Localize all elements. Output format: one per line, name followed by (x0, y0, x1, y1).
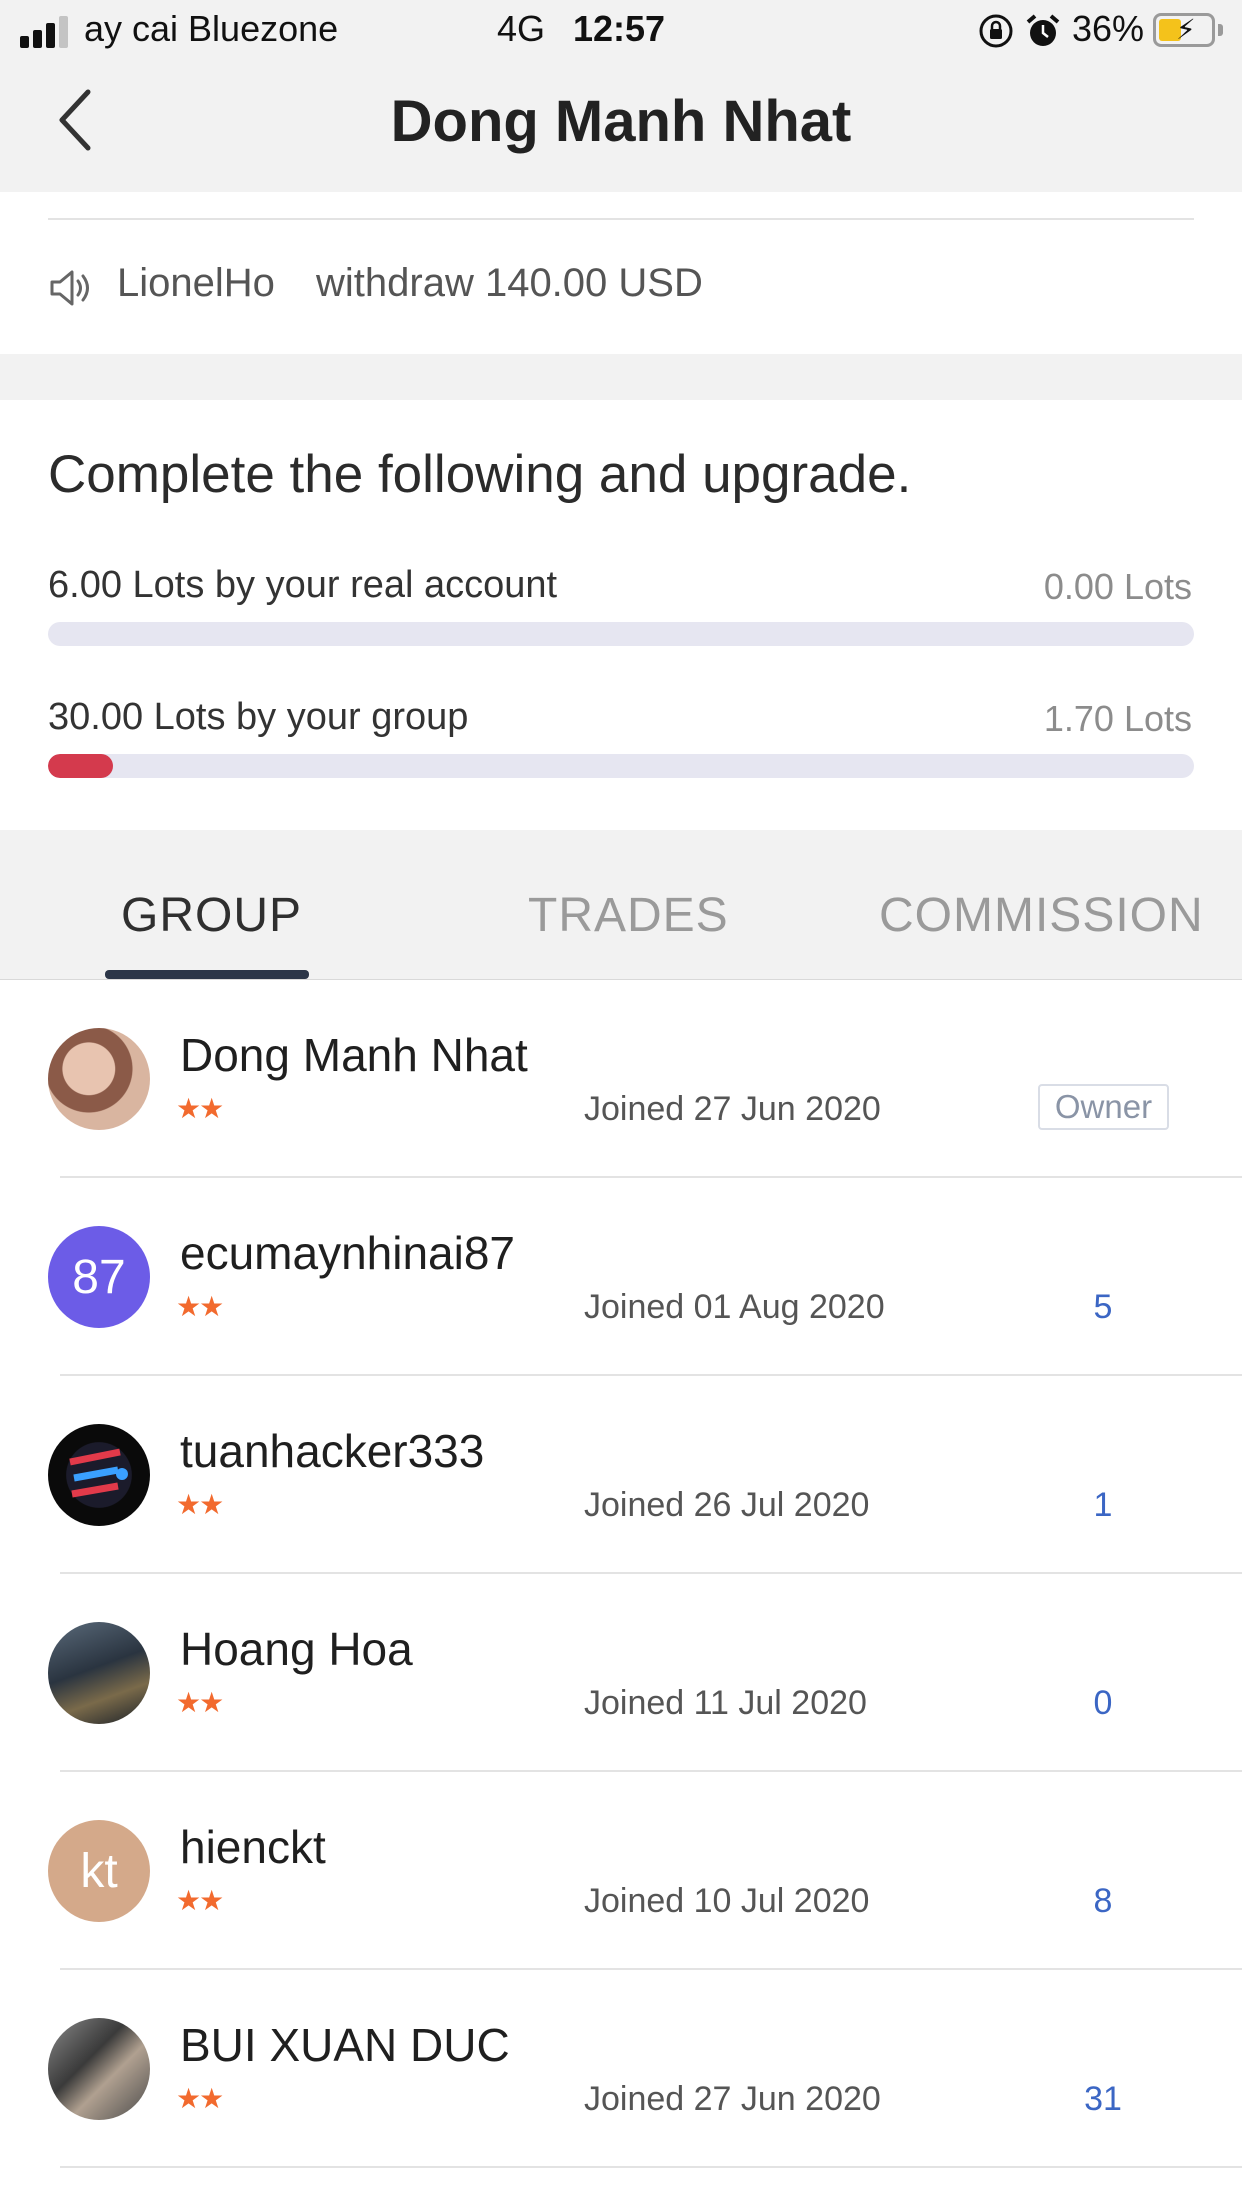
star-rating-icon: ★★ (176, 1093, 224, 1124)
page-title: Dong Manh Nhat (390, 89, 852, 154)
member-row[interactable]: kt hienckt ★★ Joined 10 Jul 2020 8 (0, 1772, 1242, 1970)
member-name: tuanhacker333 (180, 1425, 485, 1477)
tab-trades[interactable]: TRADES (528, 888, 729, 943)
member-row[interactable]: 87 ecumaynhinai87 ★★ Joined 01 Aug 2020 … (0, 1178, 1242, 1376)
avatar-logo-icon (69, 1448, 128, 1498)
member-name: Dong Manh Nhat (180, 1029, 528, 1081)
member-count: 8 (1093, 1882, 1113, 1920)
network-type: 4G (497, 8, 546, 49)
requirement-value-group: 1.70 Lots (1043, 698, 1192, 739)
avatar (48, 1028, 150, 1130)
avatar (48, 1424, 150, 1526)
status-bar: ay cai Bluezone 4G 12:57 36% ⚡ (0, 0, 1242, 62)
member-joined-date: Joined 27 Jun 2020 (584, 2080, 881, 2118)
member-joined-date: Joined 01 Aug 2020 (584, 1288, 885, 1326)
tab-group[interactable]: GROUP (121, 888, 302, 943)
nav-bar: Dong Manh Nhat (0, 62, 1242, 192)
member-row[interactable]: Dong Manh Nhat ★★ Joined 27 Jun 2020 Own… (0, 980, 1242, 1178)
member-row[interactable]: BUI XUAN DUC ★★ Joined 27 Jun 2020 31 (0, 1970, 1242, 2168)
battery-nub (1218, 24, 1223, 36)
announcement-user: LionelHo (117, 261, 275, 305)
upgrade-section: Complete the following and upgrade. 6.00… (0, 400, 1242, 830)
member-row[interactable]: Hoang Hoa ★★ Joined 11 Jul 2020 0 (0, 1574, 1242, 1772)
speaker-icon (50, 270, 89, 306)
requirement-label-real: 6.00 Lots by your real account (48, 564, 558, 606)
rotation-lock-icon (979, 14, 1013, 48)
member-joined-date: Joined 10 Jul 2020 (584, 1882, 870, 1920)
requirement-label-group: 30.00 Lots by your group (48, 696, 469, 738)
status-time: 12:57 (573, 8, 666, 49)
member-count: 5 (1093, 1288, 1113, 1326)
section-gap (0, 354, 1242, 400)
member-row[interactable]: tuanhacker333 ★★ Joined 26 Jul 2020 1 (0, 1376, 1242, 1574)
divider (60, 2166, 1242, 2168)
tab-bar: GROUP TRADES COMMISSION (0, 830, 1242, 980)
announcement-bar: LionelHo withdraw 140.00 USD (0, 192, 1242, 354)
member-joined-date: Joined 11 Jul 2020 (584, 1684, 867, 1722)
avatar (48, 2018, 150, 2120)
star-rating-icon: ★★ (176, 1489, 224, 1520)
upgrade-title: Complete the following and upgrade. (48, 445, 912, 504)
tab-commission[interactable]: COMMISSION (879, 888, 1204, 943)
progress-fill-group (48, 754, 114, 778)
announcement-text: withdraw 140.00 USD (316, 261, 703, 305)
requirement-value-real: 0.00 Lots (1043, 566, 1192, 607)
avatar: 87 (48, 1226, 150, 1328)
battery-charging-icon: ⚡ (1153, 13, 1215, 47)
member-joined-date: Joined 27 Jun 2020 (584, 1090, 881, 1128)
carrier-name: ay cai Bluezone (84, 8, 339, 49)
avatar: kt (48, 1820, 150, 1922)
member-count: 31 (1084, 2080, 1122, 2118)
alarm-icon (1026, 14, 1060, 46)
progress-bar-real (48, 622, 1194, 646)
divider (48, 218, 1194, 220)
star-rating-icon: ★★ (176, 1687, 224, 1718)
member-count: 1 (1093, 1486, 1113, 1524)
member-count: 0 (1093, 1684, 1113, 1722)
star-rating-icon: ★★ (176, 1291, 224, 1322)
signal-icon (20, 14, 72, 48)
active-tab-indicator (105, 970, 309, 979)
progress-bar-group (48, 754, 1194, 778)
star-rating-icon: ★★ (176, 2083, 224, 2114)
star-rating-icon: ★★ (176, 1885, 224, 1916)
member-name: hienckt (180, 1821, 326, 1873)
avatar (48, 1622, 150, 1724)
member-name: Hoang Hoa (180, 1623, 413, 1675)
member-name: ecumaynhinai87 (180, 1227, 516, 1279)
battery-percent: 36% (1072, 8, 1145, 49)
owner-badge: Owner (1038, 1084, 1169, 1130)
member-joined-date: Joined 26 Jul 2020 (584, 1486, 870, 1524)
member-name: BUI XUAN DUC (180, 2019, 510, 2071)
